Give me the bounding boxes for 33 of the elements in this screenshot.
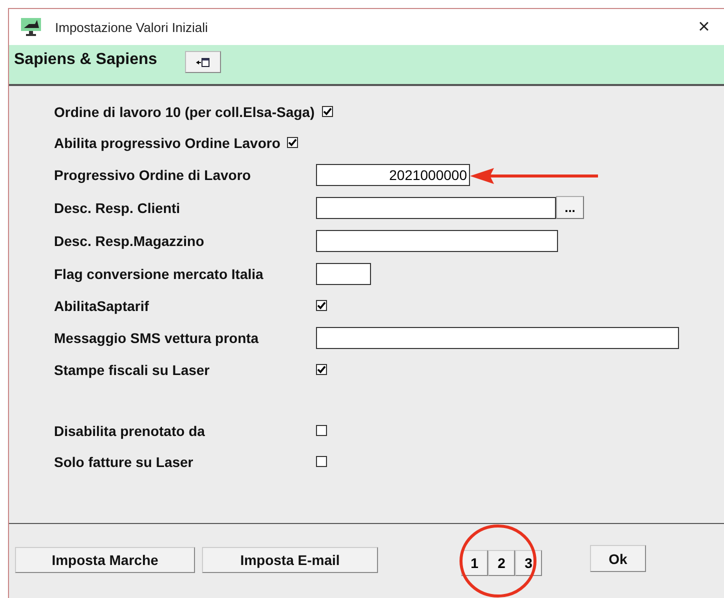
imposta-marche-button[interactable]: Imposta Marche — [15, 546, 195, 572]
window-title: Impostazione Valori Iniziali — [55, 20, 209, 34]
browse-button[interactable]: ... — [556, 196, 584, 219]
imposta-email-button[interactable]: Imposta E-mail — [202, 546, 378, 572]
field-label: Stampe fiscali su Laser — [54, 362, 211, 378]
checkbox[interactable] — [316, 300, 327, 311]
checkbox[interactable] — [287, 137, 298, 148]
input-field[interactable] — [316, 230, 558, 252]
input-field[interactable] — [316, 326, 679, 348]
field-label: Flag conversione mercato Italia — [54, 266, 264, 282]
checkbox[interactable] — [316, 364, 327, 375]
field-label: Disabilita prenotato da — [54, 422, 206, 438]
company-title: Sapiens & Sapiens — [14, 51, 158, 69]
input-field[interactable]: 2021000000 — [316, 164, 470, 186]
checkbox[interactable] — [316, 425, 327, 436]
input-field[interactable] — [316, 196, 556, 218]
field-label: Messaggio SMS vettura pronta — [54, 330, 260, 346]
field-label: AbilitaSaptarif — [54, 298, 150, 314]
ok-button[interactable]: Ok — [590, 545, 646, 572]
page-button[interactable]: 1 — [461, 550, 488, 576]
checkbox[interactable] — [316, 456, 327, 467]
field-label: Progressivo Ordine di Lavoro — [54, 166, 252, 182]
close-button[interactable]: × — [686, 16, 722, 38]
app-icon — [21, 18, 41, 36]
field-label: Desc. Resp.Magazzino — [54, 232, 206, 248]
field-label: Abilita progressivo Ordine Lavoro — [54, 134, 280, 150]
toolbar-button[interactable] — [185, 51, 222, 73]
field-label: Ordine di lavoro 10 (per coll.Elsa-Saga) — [54, 104, 315, 120]
input-field[interactable] — [316, 262, 371, 284]
page-button[interactable]: 2 — [488, 550, 515, 576]
checkbox[interactable] — [322, 106, 333, 117]
field-label: Solo fatture su Laser — [54, 454, 194, 470]
field-label: Desc. Resp. Clienti — [54, 200, 182, 216]
